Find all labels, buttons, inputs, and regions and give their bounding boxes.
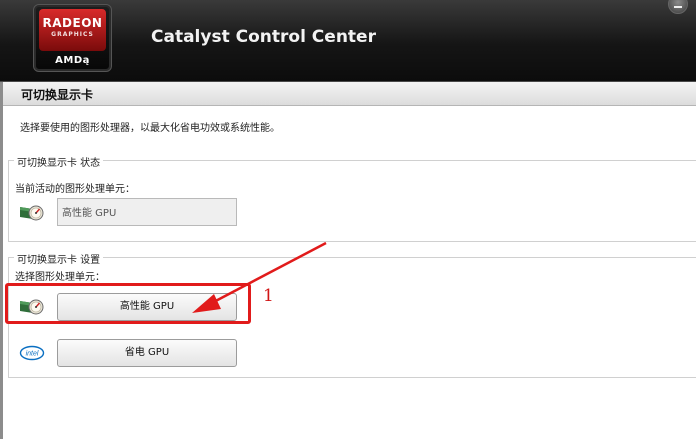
page-title: 可切换显示卡 [21,88,94,102]
page-title-bar: 可切换显示卡 [0,82,696,106]
logo-subbrand-text: GRAPHICS [51,31,94,38]
annotation-number: 1 [263,286,274,306]
radeon-logo: RADEON GRAPHICS AMDą [33,4,112,72]
page-description: 选择要使用的图形处理器，以最大化省电功效或系统性能。 [20,123,280,134]
left-rail [0,82,3,439]
current-gpu-field: 高性能 GPU [57,198,237,226]
amd-gpu-icon [20,205,44,221]
annotation-highlight-box [5,283,251,324]
app-title: Catalyst Control Center [151,27,376,47]
power-saving-gpu-button[interactable]: 省电 GPU [57,339,237,367]
settings-group-legend: 可切换显示卡 设置 [14,251,104,266]
app-header: RADEON GRAPHICS AMDą Catalyst Control Ce… [0,0,696,82]
svg-text:intel: intel [26,351,39,358]
status-group-legend: 可切换显示卡 状态 [14,154,104,169]
select-gpu-label: 选择图形处理单元： [15,272,105,283]
logo-maker-text: AMDą [55,55,90,66]
logo-brand-text: RADEON [42,16,103,30]
intel-icon: intel [19,345,45,361]
minimize-button[interactable] [668,0,688,14]
current-gpu-label: 当前活动的图形处理单元： [15,184,135,195]
radeon-logo-badge: RADEON GRAPHICS [39,9,106,51]
